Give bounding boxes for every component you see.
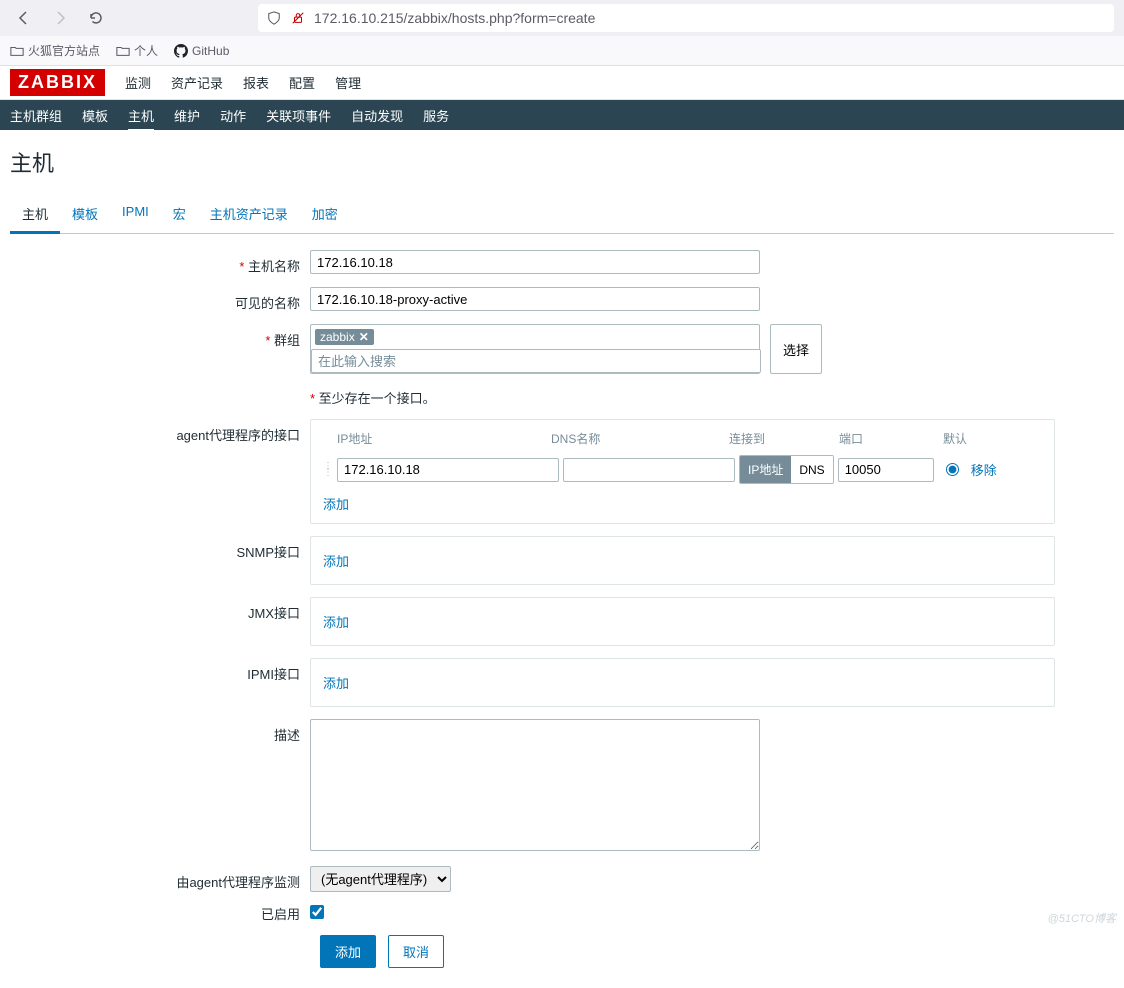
github-icon — [174, 44, 188, 58]
connect-ip-button[interactable]: IP地址 — [740, 456, 791, 483]
subnav-hosts[interactable]: 主机 — [128, 99, 154, 132]
tab-ipmi[interactable]: IPMI — [110, 196, 161, 233]
subnav-templates[interactable]: 模板 — [82, 99, 108, 132]
watermark: @51CTO博客 — [1048, 910, 1116, 926]
jmx-label: JMX接口 — [10, 597, 310, 622]
remove-tag-icon[interactable]: ✕ — [359, 330, 369, 344]
group-tag-label: zabbix — [320, 330, 355, 344]
back-button[interactable] — [10, 4, 38, 32]
reload-button[interactable] — [82, 4, 110, 32]
connect-dns-button[interactable]: DNS — [791, 456, 832, 483]
ipmi-interfaces-box: 添加 — [310, 658, 1055, 707]
subnav-hostgroups[interactable]: 主机群组 — [10, 99, 62, 132]
drag-handle-icon[interactable]: ⋮⋮⋮⋮ — [323, 464, 333, 476]
bookmark-label: 火狐官方站点 — [28, 42, 100, 59]
main-nav: 监测 资产记录 报表 配置 管理 — [125, 65, 361, 100]
arrow-right-icon — [52, 10, 68, 26]
subnav-discovery[interactable]: 自动发现 — [351, 99, 403, 132]
enabled-checkbox[interactable] — [310, 905, 324, 919]
agent-iface-label: agent代理程序的接口 — [10, 419, 310, 444]
reload-icon — [88, 10, 104, 26]
shield-icon — [266, 10, 282, 26]
group-tag: zabbix ✕ — [315, 329, 374, 345]
iface-ip-input[interactable] — [337, 458, 559, 482]
iface-default-radio[interactable] — [946, 463, 959, 476]
select-groups-button[interactable]: 选择 — [770, 324, 822, 374]
cancel-button[interactable]: 取消 — [388, 935, 444, 968]
iface-port-input[interactable] — [838, 458, 934, 482]
subnav-maintenance[interactable]: 维护 — [174, 99, 200, 132]
forward-button[interactable] — [46, 4, 74, 32]
host-name-label: 主机名称 — [10, 250, 310, 275]
agent-interfaces-box: IP地址 DNS名称 连接到 端口 默认 ⋮⋮⋮⋮ IP地址 DNS — [310, 419, 1055, 524]
tab-inventory[interactable]: 主机资产记录 — [198, 196, 300, 233]
tab-macros[interactable]: 宏 — [161, 196, 198, 233]
snmp-add-link[interactable]: 添加 — [323, 554, 349, 569]
agent-add-link[interactable]: 添加 — [323, 494, 349, 513]
nav-reports[interactable]: 报表 — [243, 65, 269, 100]
bookmark-label: 个人 — [134, 42, 158, 59]
subnav-services[interactable]: 服务 — [423, 99, 449, 132]
jmx-interfaces-box: 添加 — [310, 597, 1055, 646]
bookmark-github[interactable]: GitHub — [174, 44, 229, 58]
iface-header-connect: 连接到 — [729, 430, 839, 447]
ipmi-iface-label: IPMI接口 — [10, 658, 310, 683]
groups-label: 群组 — [10, 324, 310, 349]
iface-header-ip: IP地址 — [323, 430, 551, 447]
page-title: 主机 — [10, 146, 1114, 178]
nav-administration[interactable]: 管理 — [335, 65, 361, 100]
description-label: 描述 — [10, 719, 310, 744]
interface-warning: 至少存在一个接口。 — [310, 386, 436, 407]
zabbix-logo[interactable]: ZABBIX — [10, 69, 105, 96]
tab-encryption[interactable]: 加密 — [300, 196, 350, 233]
visible-name-label: 可见的名称 — [10, 287, 310, 312]
snmp-interfaces-box: 添加 — [310, 536, 1055, 585]
bookmark-personal[interactable]: 个人 — [116, 42, 158, 59]
visible-name-input[interactable] — [310, 287, 760, 311]
iface-dns-input[interactable] — [563, 458, 735, 482]
browser-toolbar: 172.16.10.215/zabbix/hosts.php?form=crea… — [0, 0, 1124, 36]
host-form: 主机名称 可见的名称 群组 zabbix ✕ — [10, 234, 1114, 968]
proxy-label: 由agent代理程序监测 — [10, 866, 310, 891]
bookmark-bar: 火狐官方站点 个人 GitHub — [0, 36, 1124, 66]
snmp-label: SNMP接口 — [10, 536, 310, 561]
main-header: ZABBIX 监测 资产记录 报表 配置 管理 — [0, 66, 1124, 100]
bookmark-label: GitHub — [192, 44, 229, 58]
lock-slash-icon — [290, 10, 306, 26]
iface-header-port: 端口 — [839, 430, 943, 447]
connect-to-toggle: IP地址 DNS — [739, 455, 834, 484]
nav-monitoring[interactable]: 监测 — [125, 65, 151, 100]
nav-configuration[interactable]: 配置 — [289, 65, 315, 100]
add-button[interactable]: 添加 — [320, 935, 376, 968]
proxy-select[interactable]: (无agent代理程序) — [310, 866, 451, 892]
tab-templates[interactable]: 模板 — [60, 196, 110, 233]
arrow-left-icon — [16, 10, 32, 26]
subnav-actions[interactable]: 动作 — [220, 99, 246, 132]
folder-icon — [116, 44, 130, 58]
url-text: 172.16.10.215/zabbix/hosts.php?form=crea… — [314, 10, 595, 26]
url-bar[interactable]: 172.16.10.215/zabbix/hosts.php?form=crea… — [258, 4, 1114, 32]
groups-multiselect[interactable]: zabbix ✕ — [310, 324, 760, 374]
tab-host[interactable]: 主机 — [10, 196, 60, 234]
iface-remove-link[interactable]: 移除 — [971, 460, 997, 479]
iface-header-default: 默认 — [943, 430, 983, 447]
jmx-add-link[interactable]: 添加 — [323, 615, 349, 630]
ipmi-add-link[interactable]: 添加 — [323, 676, 349, 691]
folder-icon — [10, 44, 24, 58]
description-textarea[interactable] — [310, 719, 760, 851]
agent-interface-row: ⋮⋮⋮⋮ IP地址 DNS 移除 — [323, 455, 1042, 484]
iface-header-dns: DNS名称 — [551, 430, 729, 447]
page-content: 主机 主机 模板 IPMI 宏 主机资产记录 加密 主机名称 可见的名称 群组 — [0, 130, 1124, 988]
host-name-input[interactable] — [310, 250, 760, 274]
groups-search-input[interactable] — [311, 349, 761, 373]
bookmark-firefox[interactable]: 火狐官方站点 — [10, 42, 100, 59]
form-tabs: 主机 模板 IPMI 宏 主机资产记录 加密 — [10, 196, 1114, 234]
sub-nav: 主机群组 模板 主机 维护 动作 关联项事件 自动发现 服务 — [0, 100, 1124, 130]
enabled-label: 已启用 — [10, 904, 310, 923]
nav-inventory[interactable]: 资产记录 — [171, 65, 223, 100]
